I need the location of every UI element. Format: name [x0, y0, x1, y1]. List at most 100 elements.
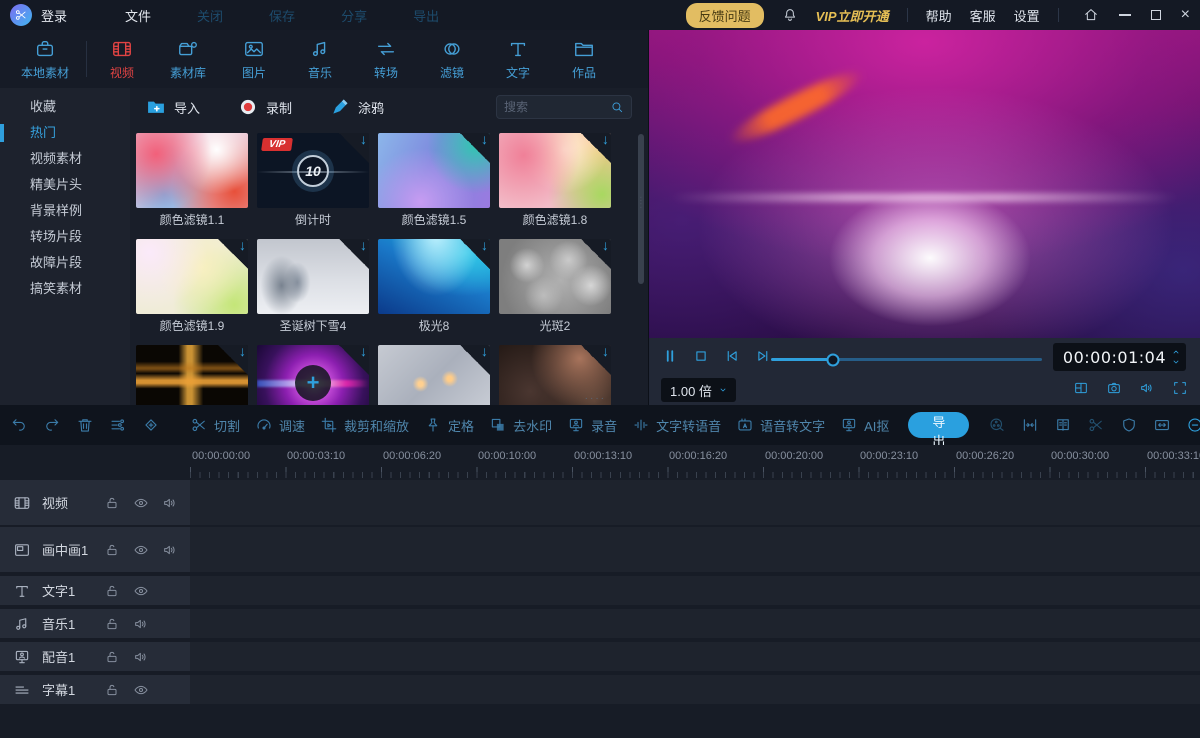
export-button[interactable]: 导出: [908, 412, 969, 438]
visibility-icon[interactable]: [133, 495, 149, 511]
download-icon[interactable]: [218, 345, 248, 375]
search-box[interactable]: [496, 95, 632, 119]
speed-dropdown[interactable]: 1.00 倍: [661, 378, 736, 402]
panel-resize-grip[interactable]: ····: [585, 393, 606, 404]
download-icon[interactable]: [581, 239, 611, 269]
track-lane-voice[interactable]: [190, 642, 1200, 671]
download-icon[interactable]: [339, 133, 369, 163]
library-item[interactable]: 极光8: [378, 239, 490, 334]
login-button[interactable]: 登录: [41, 6, 67, 25]
record-audio-button[interactable]: 录音: [567, 416, 617, 435]
bell-icon[interactable]: [782, 7, 798, 23]
properties-icon[interactable]: [109, 416, 127, 434]
category-favorites[interactable]: 收藏: [0, 94, 130, 120]
text-to-speech-button[interactable]: 文字转语音: [632, 416, 721, 435]
track-lane-music[interactable]: [190, 609, 1200, 638]
layout-icon[interactable]: [1073, 380, 1089, 396]
help-button[interactable]: 帮助: [926, 6, 952, 25]
crop-zoom-button[interactable]: 裁剪和缩放: [320, 416, 409, 435]
minimize-icon[interactable]: [1119, 14, 1131, 16]
zoom-out-icon[interactable]: [1186, 416, 1200, 434]
remove-watermark-button[interactable]: 去水印: [489, 416, 552, 435]
tab-local-media[interactable]: 本地素材: [6, 38, 84, 81]
tab-filter[interactable]: 滤镜: [419, 38, 485, 81]
download-icon[interactable]: [339, 345, 369, 375]
category-funny[interactable]: 搞笑素材: [0, 276, 130, 302]
feedback-button[interactable]: 反馈问题: [686, 3, 764, 28]
snapshot-icon[interactable]: [1106, 380, 1122, 396]
stop-icon[interactable]: [692, 347, 710, 365]
category-backgrounds[interactable]: 背景样例: [0, 198, 130, 224]
library-item[interactable]: 圣诞树下雪4: [257, 239, 369, 334]
tab-transition[interactable]: 转场: [353, 38, 419, 81]
visibility-icon[interactable]: [133, 542, 149, 558]
scrollbar[interactable]: [638, 134, 644, 284]
speed-button[interactable]: 调速: [255, 416, 305, 435]
search-input[interactable]: [504, 100, 610, 114]
next-frame-icon[interactable]: [754, 347, 772, 365]
timecode-box[interactable]: 00:00:01:04: [1053, 343, 1186, 371]
audio-icon[interactable]: [133, 649, 149, 665]
audio-icon[interactable]: [162, 542, 178, 558]
support-button[interactable]: 客服: [970, 6, 996, 25]
track-lane-subtitle[interactable]: [190, 675, 1200, 704]
split-merge-icon[interactable]: [1021, 416, 1039, 434]
category-hot[interactable]: 热门: [0, 120, 130, 146]
progress-slider[interactable]: [771, 358, 1042, 361]
download-icon[interactable]: [460, 345, 490, 375]
track-lane-video[interactable]: [190, 480, 1200, 525]
library-item[interactable]: VIP 10 倒计时: [257, 133, 369, 228]
tab-image[interactable]: 图片: [221, 38, 287, 81]
library-item[interactable]: 光斑2: [499, 239, 611, 334]
marker-icon[interactable]: [142, 416, 160, 434]
lock-icon[interactable]: [104, 542, 120, 558]
vip-upgrade-button[interactable]: VIP立即开通: [816, 6, 889, 25]
fullscreen-icon[interactable]: [1172, 380, 1188, 396]
download-icon[interactable]: [460, 133, 490, 163]
library-item[interactable]: 颜色滤镜1.9: [136, 239, 248, 334]
library-item[interactable]: 颜色滤镜1.8: [499, 133, 611, 228]
lock-icon[interactable]: [104, 649, 120, 665]
menu-export[interactable]: 导出: [413, 6, 439, 25]
prev-frame-icon[interactable]: [723, 347, 741, 365]
lock-icon[interactable]: [104, 583, 120, 599]
category-intros[interactable]: 精美片头: [0, 172, 130, 198]
library-item[interactable]: 颜色滤镜1.1: [136, 133, 248, 228]
import-button[interactable]: 导入: [146, 97, 200, 117]
category-video-clips[interactable]: 视频素材: [0, 146, 130, 172]
visibility-icon[interactable]: [133, 682, 149, 698]
speech-to-text-button[interactable]: 语音转文字: [736, 416, 825, 435]
doodle-button[interactable]: 涂鸦: [330, 97, 384, 117]
volume-icon[interactable]: [1139, 380, 1155, 396]
download-icon[interactable]: [460, 239, 490, 269]
settings-button[interactable]: 设置: [1014, 6, 1040, 25]
pause-icon[interactable]: [661, 347, 679, 365]
progress-handle[interactable]: [827, 353, 840, 366]
audio-icon[interactable]: [133, 616, 149, 632]
tab-video[interactable]: 视频: [89, 38, 155, 81]
download-icon[interactable]: [581, 133, 611, 163]
track-lane-text[interactable]: [190, 576, 1200, 605]
track-lane-pip[interactable]: [190, 527, 1200, 572]
ai-cutout-button[interactable]: AI抠: [840, 416, 889, 435]
lock-icon[interactable]: [104, 495, 120, 511]
video-canvas[interactable]: [649, 30, 1200, 338]
clip-scissors-icon[interactable]: [1087, 416, 1105, 434]
menu-share[interactable]: 分享: [341, 6, 367, 25]
undo-icon[interactable]: [10, 416, 28, 434]
download-icon[interactable]: [218, 239, 248, 269]
lock-icon[interactable]: [104, 616, 120, 632]
timeline-ruler[interactable]: 00:00:00:00 00:00:03:10 00:00:06:20 00:0…: [0, 445, 1200, 478]
tab-works[interactable]: 作品: [551, 38, 617, 81]
close-icon[interactable]: ×: [1181, 7, 1190, 23]
delete-icon[interactable]: [76, 416, 94, 434]
pages-icon[interactable]: [1054, 416, 1072, 434]
download-icon[interactable]: [581, 345, 611, 375]
search-icon[interactable]: [610, 100, 624, 114]
tab-library[interactable]: 素材库: [155, 38, 221, 81]
freeze-button[interactable]: 定格: [424, 416, 474, 435]
tab-text[interactable]: 文字: [485, 38, 551, 81]
fit-width-icon[interactable]: [1153, 416, 1171, 434]
visibility-icon[interactable]: [133, 583, 149, 599]
tab-music[interactable]: 音乐: [287, 38, 353, 81]
